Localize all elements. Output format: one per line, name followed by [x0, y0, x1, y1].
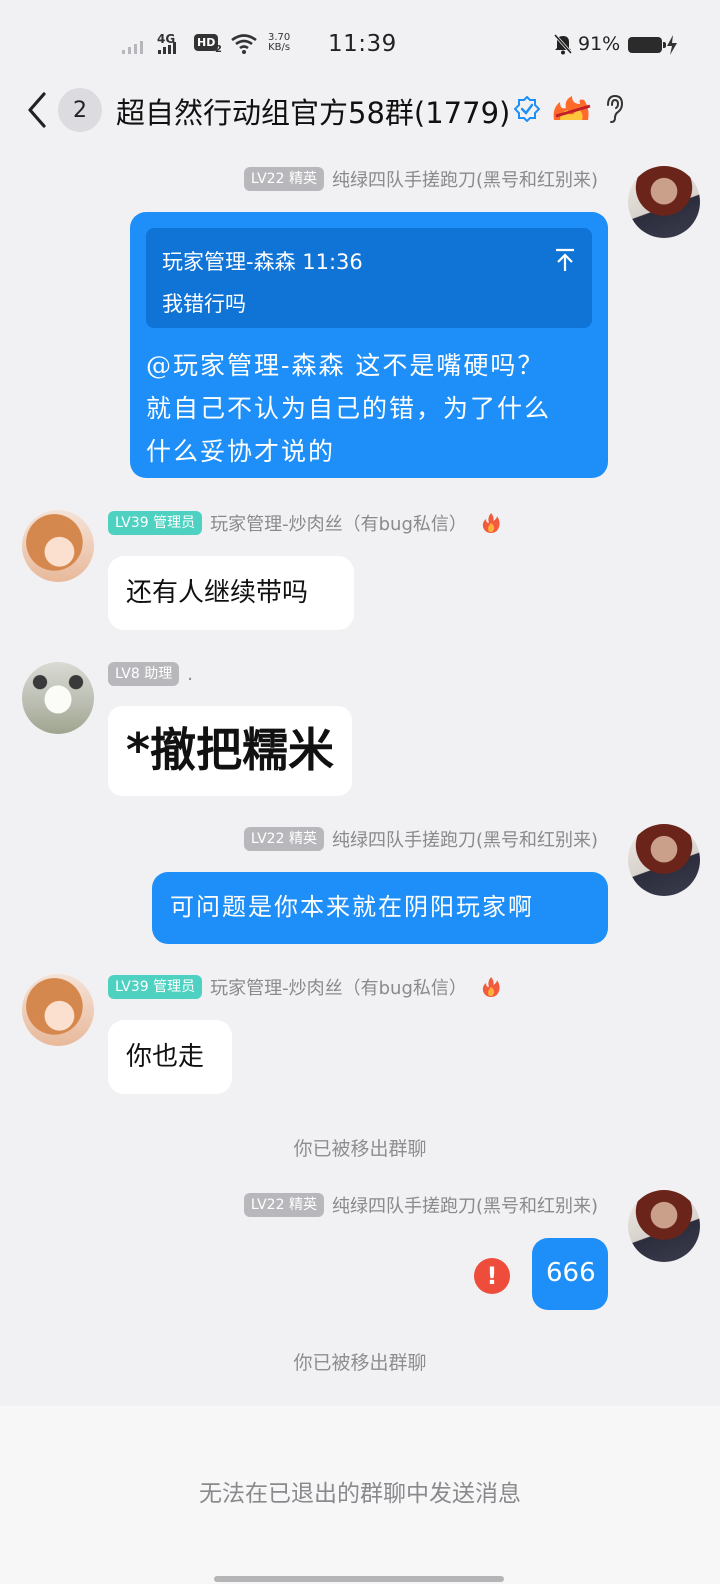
- fire-badge-icon: [482, 977, 500, 997]
- sender-name[interactable]: 纯绿四队手搓跑刀(黑号和红别来): [332, 826, 598, 852]
- send-failed-icon[interactable]: !: [474, 1258, 510, 1294]
- home-indicator[interactable]: [214, 1576, 504, 1582]
- reply-line: 就自己不认为自己的错，为了什么: [146, 394, 552, 423]
- level-tag: LV8 助理: [108, 662, 180, 686]
- avatar[interactable]: [628, 824, 700, 896]
- status-bar: 4G HD 2 3.70 KB/s 11:39 91%: [0, 0, 720, 90]
- speed-unit: KB/s: [268, 42, 291, 53]
- sender-name[interactable]: 纯绿四队手搓跑刀(黑号和红别来): [332, 1192, 598, 1218]
- avatar[interactable]: [22, 510, 94, 582]
- mute-bell-icon: [553, 34, 573, 55]
- avatar[interactable]: [628, 1190, 700, 1262]
- message-bubble[interactable]: 玩家管理-森森 11:36 我错行吗 @玩家管理-森森 这不是嘴硬吗？ 就自己不…: [130, 212, 608, 478]
- message-meta: LV22 精英 纯绿四队手搓跑刀(黑号和红别来): [243, 1192, 598, 1218]
- charging-bolt-icon: [667, 35, 677, 55]
- unread-count-badge[interactable]: 2: [58, 88, 102, 132]
- sticker-text: *撤把糯米: [125, 723, 335, 777]
- battery-percentage: 91%: [578, 33, 621, 55]
- reply-text: @玩家管理-森森 这不是嘴硬吗？ 就自己不认为自己的错，为了什么 什么妥协才说的: [146, 344, 592, 473]
- sender-name[interactable]: 玩家管理-炒肉丝（有bug私信）: [210, 974, 467, 1000]
- group-title[interactable]: 超自然行动组官方58群(1779): [116, 90, 510, 132]
- cannot-send-notice: 无法在已退出的群聊中发送消息: [199, 1481, 521, 1507]
- group-flame-badge-icon: [553, 96, 591, 120]
- message-meta: LV39 管理员 玩家管理-炒肉丝（有bug私信）: [108, 510, 501, 536]
- signal-strength-icon: [122, 38, 143, 54]
- level-tag: LV22 精英: [243, 1193, 324, 1217]
- message-text: 你也走: [126, 1042, 205, 1072]
- message-text: 666: [546, 1258, 596, 1288]
- network-speed: 3.70 KB/s: [268, 33, 290, 53]
- level-tag: LV39 管理员: [108, 511, 203, 535]
- wifi-icon: [231, 34, 257, 54]
- hd-voice-sub: 2: [215, 44, 222, 55]
- quoted-message-text: 我错行吗: [162, 292, 246, 316]
- level-tag: LV22 精英: [243, 827, 324, 851]
- quoted-message[interactable]: 玩家管理-森森 11:36 我错行吗: [146, 228, 592, 328]
- verified-badge-icon: [514, 96, 540, 122]
- reply-line: @玩家管理-森森 这不是嘴硬吗？: [146, 351, 545, 380]
- battery-icon: [628, 37, 666, 53]
- sender-name[interactable]: 玩家管理-炒肉丝（有bug私信）: [210, 510, 467, 536]
- cellular-signal-icon: [158, 42, 176, 54]
- level-tag: LV39 管理员: [108, 975, 203, 999]
- avatar[interactable]: [22, 974, 94, 1046]
- sticker-image[interactable]: *撤把糯米: [108, 706, 352, 796]
- message-text: 可问题是你本来就在阴阳玩家啊: [170, 893, 534, 921]
- quoted-message-header: 玩家管理-森森 11:36: [162, 250, 363, 274]
- message-bubble[interactable]: 666: [532, 1238, 608, 1310]
- ear-listen-icon[interactable]: [604, 94, 624, 124]
- back-arrow-icon[interactable]: [24, 90, 50, 130]
- message-bubble[interactable]: 还有人继续带吗: [108, 556, 354, 630]
- system-notice: 你已被移出群聊: [293, 1138, 427, 1160]
- sender-name[interactable]: 纯绿四队手搓跑刀(黑号和红别来): [332, 166, 598, 192]
- system-notice: 你已被移出群聊: [293, 1352, 427, 1374]
- avatar[interactable]: [22, 662, 94, 734]
- avatar[interactable]: [628, 166, 700, 238]
- message-text: 还有人继续带吗: [126, 578, 309, 608]
- reply-line: 什么妥协才说的: [146, 437, 336, 466]
- message-meta: LV39 管理员 玩家管理-炒肉丝（有bug私信）: [108, 974, 501, 1000]
- message-meta: LV22 精英 纯绿四队手搓跑刀(黑号和红别来): [243, 826, 598, 852]
- chat-header: 2 超自然行动组官方58群(1779): [0, 82, 720, 142]
- jump-to-top-icon[interactable]: [554, 248, 576, 272]
- level-tag: LV22 精英: [243, 167, 324, 191]
- sender-name[interactable]: .: [187, 664, 193, 685]
- message-bubble[interactable]: 你也走: [108, 1020, 232, 1094]
- message-meta: LV22 精英 纯绿四队手搓跑刀(黑号和红别来): [243, 166, 598, 192]
- input-disabled-bar: 无法在已退出的群聊中发送消息: [0, 1406, 720, 1584]
- message-bubble[interactable]: 可问题是你本来就在阴阳玩家啊: [152, 872, 608, 944]
- fire-badge-icon: [482, 513, 500, 533]
- clock: 11:39: [328, 31, 397, 57]
- message-meta: LV8 助理 .: [108, 662, 193, 686]
